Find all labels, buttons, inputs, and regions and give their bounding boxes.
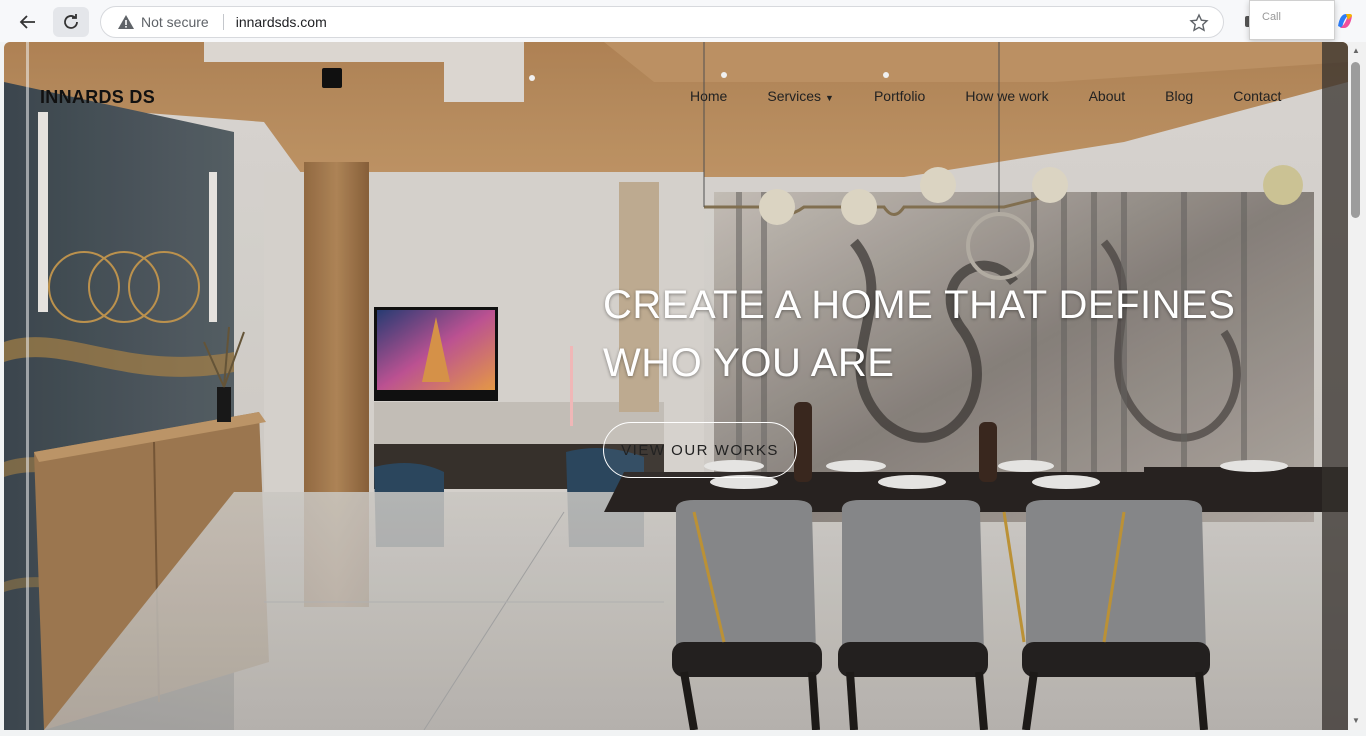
url-text[interactable]: innardsds.com bbox=[236, 14, 327, 30]
site-logo[interactable]: INNARDS DS bbox=[40, 87, 155, 108]
reload-icon bbox=[64, 14, 78, 29]
nav-home[interactable]: Home bbox=[690, 88, 727, 104]
window-bottom-edge bbox=[0, 730, 1366, 736]
view-our-works-button[interactable]: VIEW OUR WORKS bbox=[603, 422, 797, 478]
chevron-down-icon: ▼ bbox=[825, 93, 834, 103]
browser-toolbar: Not secure innardsds.com Call bbox=[0, 0, 1366, 42]
nav-how-we-work[interactable]: How we work bbox=[965, 88, 1048, 104]
hero-title-line-1: CREATE A HOME THAT DEFINES bbox=[603, 283, 1236, 327]
nav-services[interactable]: Services ▼ bbox=[767, 88, 834, 104]
site-navigation: Home Services ▼ Portfolio How we work Abo… bbox=[690, 88, 1281, 104]
reload-button[interactable] bbox=[53, 7, 89, 37]
divider bbox=[222, 14, 224, 30]
hero-accent-line bbox=[570, 346, 573, 426]
hero-title: CREATE A HOME THAT DEFINES WHO YOU ARE bbox=[603, 276, 1243, 392]
nav-about[interactable]: About bbox=[1089, 88, 1126, 104]
scroll-up-arrow-icon[interactable]: ▲ bbox=[1350, 46, 1362, 56]
security-label[interactable]: Not secure bbox=[141, 14, 209, 30]
back-button[interactable] bbox=[10, 7, 46, 37]
back-arrow-icon bbox=[19, 15, 35, 29]
warning-icon bbox=[117, 13, 135, 31]
star-icon[interactable] bbox=[1189, 13, 1209, 33]
call-popup-label: Call bbox=[1262, 11, 1281, 23]
nav-services-label: Services bbox=[767, 88, 822, 104]
call-popup[interactable]: Call bbox=[1249, 0, 1335, 40]
copilot-icon[interactable] bbox=[1334, 10, 1356, 32]
scroll-down-arrow-icon[interactable]: ▼ bbox=[1350, 716, 1362, 726]
address-bar[interactable]: Not secure innardsds.com bbox=[100, 6, 1224, 38]
hero-title-line-2: WHO YOU ARE bbox=[603, 341, 895, 385]
nav-contact[interactable]: Contact bbox=[1233, 88, 1281, 104]
scrollbar-thumb[interactable] bbox=[1351, 62, 1360, 218]
nav-portfolio[interactable]: Portfolio bbox=[874, 88, 925, 104]
nav-blog[interactable]: Blog bbox=[1165, 88, 1193, 104]
